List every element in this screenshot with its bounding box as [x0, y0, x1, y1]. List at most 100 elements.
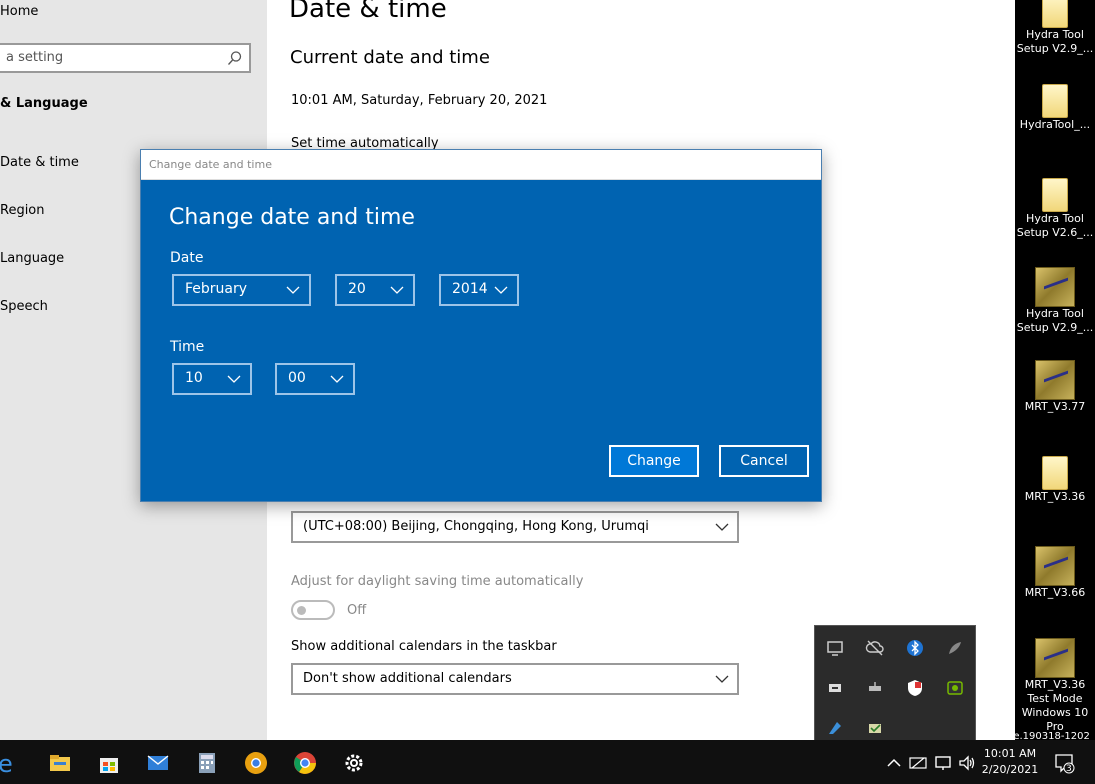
desktop-icon-hydra-setup-29[interactable]: Hydra Tool Setup V2.9_...	[1015, 0, 1095, 56]
sidebar-item-date-time[interactable]: Date & time	[0, 155, 79, 170]
sidebar-item-language[interactable]: Language	[0, 251, 64, 266]
timezone-select[interactable]: (UTC+08:00) Beijing, Chongqing, Hong Kon…	[291, 511, 739, 543]
chevron-down-icon	[390, 286, 404, 294]
input-method-icon[interactable]	[908, 753, 928, 773]
search-placeholder: a setting	[6, 50, 64, 65]
sidebar-home-link[interactable]: Home	[0, 4, 38, 19]
sidebar-section-title: & Language	[0, 96, 88, 111]
file-icon	[1042, 178, 1068, 212]
chevron-up-icon[interactable]	[884, 753, 904, 773]
hour-select[interactable]: 10	[172, 363, 252, 395]
year-value: 2014	[452, 281, 488, 297]
calculator-icon[interactable]	[194, 750, 220, 776]
cloud-off-icon[interactable]	[865, 638, 885, 658]
hydra-app-icon	[1035, 360, 1075, 400]
desktop-icon-label: Hydra Tool Setup V2.9_...	[1016, 28, 1094, 55]
time-label: Time	[170, 339, 205, 355]
taskbar-clock[interactable]: 10:01 AM 2/20/2021	[980, 746, 1040, 778]
sidebar-item-speech[interactable]: Speech	[0, 299, 48, 314]
network-device-icon[interactable]	[865, 678, 885, 698]
desktop-icon-mrt-377[interactable]: MRT_V3.77	[1015, 360, 1095, 414]
section-title: Current date and time	[290, 47, 490, 68]
usb-device-icon[interactable]	[825, 678, 845, 698]
file-icon	[1042, 0, 1068, 28]
desktop-area: Hydra Tool Setup V2.9_... HydraTool_... …	[1015, 0, 1095, 740]
desktop-icon-mrt-336-folder[interactable]: MRT_V3.36	[1015, 456, 1095, 504]
page-title: Date & time	[289, 0, 447, 24]
minute-value: 00	[288, 370, 306, 386]
cancel-button[interactable]: Cancel	[719, 445, 809, 477]
search-icon[interactable]	[227, 50, 243, 66]
hydra-app-icon	[1035, 267, 1075, 307]
chrome-icon[interactable]	[243, 750, 269, 776]
chevron-down-icon	[330, 375, 344, 383]
calendars-label: Show additional calendars in the taskbar	[291, 639, 557, 654]
file-explorer-icon[interactable]	[47, 750, 73, 776]
dialog-titlebar[interactable]: Change date and time	[141, 150, 821, 180]
desktop-icon-label: MRT_V3.36	[1024, 678, 1086, 691]
svg-text:e: e	[0, 750, 13, 776]
month-value: February	[185, 281, 248, 297]
desktop-icon-mrt-366[interactable]: MRT_V3.66	[1015, 546, 1095, 600]
date-label: Date	[170, 250, 204, 266]
edge-browser-icon[interactable]: e	[0, 750, 20, 776]
settings-gear-icon[interactable]	[341, 750, 367, 776]
watermark-edition: Windows 10 Pro	[1021, 706, 1089, 733]
file-icon	[1042, 84, 1068, 118]
desktop-icon-hydra-app-29[interactable]: Hydra Tool Setup V2.9_...	[1015, 267, 1095, 335]
app-tray-icon[interactable]	[825, 718, 845, 738]
taskbar: e 3	[0, 740, 1095, 784]
chevron-down-icon	[227, 375, 241, 383]
desktop-icon-label: MRT_V3.77	[1024, 400, 1086, 413]
volume-icon[interactable]	[957, 753, 977, 773]
desktop-icon-label: HydraTool_...	[1019, 118, 1091, 131]
clock-time: 10:01 AM	[983, 747, 1037, 760]
month-select[interactable]: February	[172, 274, 311, 306]
sidebar-item-region[interactable]: Region	[0, 203, 45, 218]
hydra-app-icon	[1035, 546, 1075, 586]
file-icon	[1042, 456, 1068, 490]
desktop-icon-label: Hydra Tool Setup V2.6_...	[1016, 212, 1094, 239]
nvidia-icon[interactable]	[945, 678, 965, 698]
day-value: 20	[348, 281, 366, 297]
calendars-value: Don't show additional calendars	[303, 671, 512, 686]
change-date-time-dialog: Change date and time Change date and tim…	[140, 149, 822, 502]
desktop-icon-hydra-setup-26[interactable]: Hydra Tool Setup V2.6_...	[1015, 178, 1095, 240]
year-select[interactable]: 2014	[439, 274, 519, 306]
desktop-icon-label: Hydra Tool Setup V2.9_...	[1016, 307, 1094, 334]
watermark-test-mode: Test Mode	[1027, 692, 1083, 705]
store-icon[interactable]	[96, 750, 122, 776]
current-date-time: 10:01 AM, Saturday, February 20, 2021	[291, 93, 548, 108]
dialog-heading: Change date and time	[169, 205, 415, 230]
timezone-value: (UTC+08:00) Beijing, Chongqing, Hong Kon…	[303, 519, 649, 534]
bluetooth-icon[interactable]	[905, 638, 925, 658]
settings-search-input[interactable]: a setting	[0, 43, 251, 73]
chevron-down-icon	[286, 286, 300, 294]
chevron-down-icon	[715, 523, 729, 531]
security-shield-icon[interactable]	[905, 678, 925, 698]
display-icon[interactable]	[825, 638, 845, 658]
chrome-icon[interactable]	[292, 750, 318, 776]
desktop-icon-label: MRT_V3.36	[1024, 490, 1086, 503]
hour-value: 10	[185, 370, 203, 386]
mail-icon[interactable]	[145, 750, 171, 776]
minute-select[interactable]: 00	[275, 363, 355, 395]
chevron-down-icon	[715, 675, 729, 683]
feather-icon[interactable]	[945, 638, 965, 658]
tray-overflow-popup	[814, 625, 976, 745]
dst-toggle[interactable]	[291, 600, 335, 620]
dialog-window-title: Change date and time	[149, 158, 272, 171]
day-select[interactable]: 20	[335, 274, 415, 306]
dst-label: Adjust for daylight saving time automati…	[291, 574, 584, 589]
desktop-icon-hydratool[interactable]: HydraTool_...	[1015, 84, 1095, 132]
calendars-select[interactable]: Don't show additional calendars	[291, 663, 739, 695]
change-button[interactable]: Change	[609, 445, 699, 477]
chevron-down-icon	[494, 286, 508, 294]
desktop-icon-mrt-336[interactable]: MRT_V3.36 Test Mode Windows 10 Pro	[1015, 638, 1095, 734]
clock-date: 2/20/2021	[981, 763, 1039, 776]
notification-count: 3	[1066, 764, 1072, 774]
network-icon[interactable]	[933, 753, 953, 773]
dst-toggle-state: Off	[347, 603, 367, 618]
hydra-app-icon	[1035, 638, 1075, 678]
installer-icon[interactable]	[865, 718, 885, 738]
